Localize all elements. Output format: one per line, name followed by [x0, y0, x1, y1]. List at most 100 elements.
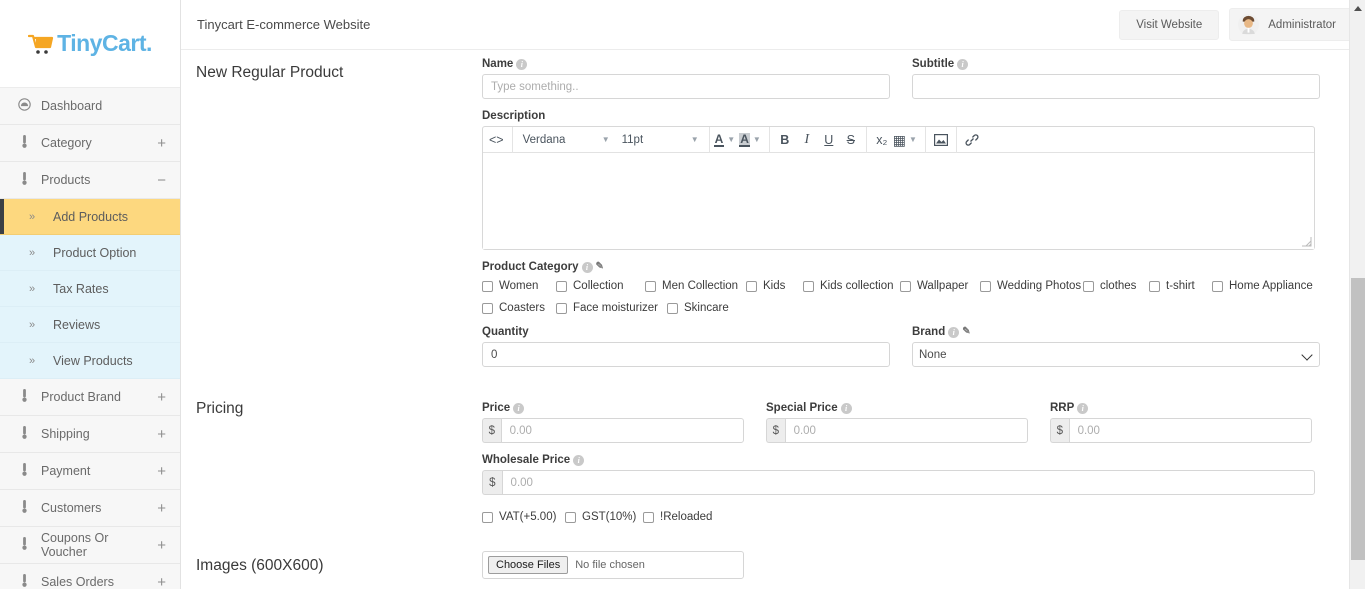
info-icon[interactable]: i [948, 326, 960, 338]
label-text: Brand [912, 326, 946, 338]
checkbox-box[interactable] [556, 302, 567, 314]
sidebar-expander[interactable]: + [157, 136, 166, 151]
sidebar-item-tax-rates[interactable]: » Tax Rates [0, 271, 180, 307]
category-checkbox-collection[interactable]: Collection [556, 280, 645, 292]
brand-logo[interactable]: TinyCart. [0, 0, 180, 88]
checkbox-box[interactable] [482, 302, 493, 314]
sidebar-item-category[interactable]: Category + [0, 125, 180, 162]
chevron-down-icon[interactable]: ▼ [753, 135, 761, 144]
sidebar-item-reviews[interactable]: » Reviews [0, 307, 180, 343]
sidebar-collapser[interactable]: − [157, 173, 166, 188]
sidebar-item-view-products[interactable]: » View Products [0, 343, 180, 379]
tax-checkbox-gst[interactable]: GST(10%) [565, 511, 643, 523]
sidebar-expander[interactable]: + [157, 575, 166, 589]
choose-files-button[interactable]: Choose Files [488, 556, 569, 574]
info-icon[interactable]: i [516, 58, 528, 70]
sidebar-expander[interactable]: + [157, 538, 166, 553]
sidebar-item-product-option[interactable]: » Product Option [0, 235, 180, 271]
checkbox-box[interactable] [746, 280, 757, 292]
checkbox-box[interactable] [980, 280, 991, 292]
checkbox-box[interactable] [482, 511, 493, 523]
category-checkbox-women[interactable]: Women [482, 280, 556, 292]
info-icon[interactable]: i [1077, 402, 1089, 414]
category-checkbox-kids[interactable]: Kids [746, 280, 803, 292]
rrp-input[interactable] [1068, 418, 1312, 443]
sidebar-item-payment[interactable]: Payment + [0, 453, 180, 490]
font-size-dropdown[interactable]: 11pt ▼ [616, 129, 705, 151]
scrollbar-thumb[interactable] [1351, 278, 1365, 560]
checkbox-box[interactable] [482, 280, 493, 292]
sidebar-expander[interactable]: + [157, 464, 166, 479]
bold-icon[interactable]: B [774, 129, 796, 151]
subscript-icon[interactable]: x₂ [871, 129, 893, 151]
info-icon[interactable]: i [840, 402, 852, 414]
info-icon[interactable]: i [513, 402, 525, 414]
checkbox-box[interactable] [556, 280, 567, 292]
table-button[interactable]: ▦ ▼ [893, 133, 921, 147]
user-menu-button[interactable]: Administrator [1229, 8, 1355, 41]
image-icon[interactable] [930, 129, 952, 151]
page-scrollbar[interactable] [1349, 0, 1365, 589]
category-checkbox-clothes[interactable]: clothes [1083, 280, 1149, 292]
underline-icon[interactable]: U [818, 129, 840, 151]
sidebar-item-customers[interactable]: Customers + [0, 490, 180, 527]
tax-checkbox-vat[interactable]: VAT(+5.00) [482, 511, 565, 523]
checkbox-box[interactable] [803, 280, 814, 292]
visit-website-button[interactable]: Visit Website [1119, 9, 1220, 40]
resize-handle[interactable] [1301, 236, 1312, 247]
checkbox-box[interactable] [667, 302, 678, 314]
category-checkbox-wallpaper[interactable]: Wallpaper [900, 280, 980, 292]
info-icon[interactable]: i [573, 454, 585, 466]
sidebar-item-shipping[interactable]: Shipping + [0, 416, 180, 453]
name-input[interactable] [482, 74, 890, 99]
checkbox-box[interactable] [643, 511, 654, 523]
italic-icon[interactable]: I [796, 129, 818, 151]
highlight-color-button[interactable]: A ▼ [739, 132, 765, 147]
sidebar-item-sales-orders[interactable]: Sales Orders + [0, 564, 180, 589]
category-checkbox-kids-collection[interactable]: Kids collection [803, 280, 900, 292]
scroll-up-arrow-icon[interactable] [1350, 0, 1365, 17]
link-icon[interactable] [961, 129, 983, 151]
text-color-button[interactable]: A ▼ [713, 133, 740, 147]
price-input[interactable] [500, 418, 744, 443]
images-file-input[interactable]: Choose Files No file chosen [482, 551, 744, 579]
chevron-down-icon[interactable]: ▼ [727, 135, 735, 144]
wholesale-price-input[interactable] [501, 470, 1315, 495]
checkbox-box[interactable] [565, 511, 576, 523]
chevron-down-icon[interactable]: ▼ [909, 135, 917, 144]
sidebar-item-add-products[interactable]: » Add Products [0, 199, 180, 235]
sidebar-expander[interactable]: + [157, 390, 166, 405]
info-icon[interactable]: i [957, 58, 969, 70]
checkbox-box[interactable] [1149, 280, 1160, 292]
checkbox-box[interactable] [900, 280, 911, 292]
category-checkbox-skincare[interactable]: Skincare [667, 302, 729, 314]
edit-icon[interactable]: ✎ [596, 262, 604, 272]
checkbox-box[interactable] [1083, 280, 1094, 292]
code-view-icon[interactable]: <> [485, 129, 508, 151]
sidebar-expander[interactable]: + [157, 427, 166, 442]
sidebar-item-dashboard[interactable]: Dashboard [0, 88, 180, 125]
special-price-input[interactable] [784, 418, 1028, 443]
checkbox-box[interactable] [645, 280, 656, 292]
category-checkbox-coasters[interactable]: Coasters [482, 302, 556, 314]
category-checkbox-home-appliance[interactable]: Home Appliance [1212, 280, 1313, 292]
sidebar-item-product-brand[interactable]: Product Brand + [0, 379, 180, 416]
font-family-dropdown[interactable]: Verdana ▼ [517, 129, 616, 151]
checkbox-box[interactable] [1212, 280, 1223, 292]
sidebar-expander[interactable]: + [157, 501, 166, 516]
edit-icon[interactable]: ✎ [962, 327, 970, 337]
quantity-input[interactable] [482, 342, 890, 367]
category-checkbox-face-moisturizer[interactable]: Face moisturizer [556, 302, 667, 314]
strikethrough-icon[interactable]: S [840, 129, 862, 151]
subtitle-input[interactable] [912, 74, 1320, 99]
category-checkbox-men-collection[interactable]: Men Collection [645, 280, 746, 292]
category-checkbox-t-shirt[interactable]: t-shirt [1149, 280, 1212, 292]
sidebar-item-coupons-or-voucher[interactable]: Coupons Or Voucher + [0, 527, 180, 564]
category-checkbox-wedding-photos[interactable]: Wedding Photos [980, 280, 1083, 292]
checkbox-label: Wallpaper [917, 280, 969, 292]
brand-select[interactable]: None [912, 342, 1320, 367]
sidebar-item-products[interactable]: Products − [0, 162, 180, 199]
info-icon[interactable]: i [581, 261, 593, 273]
tax-checkbox-reloaded[interactable]: !Reloaded [643, 511, 712, 523]
description-textarea[interactable] [483, 153, 1314, 249]
